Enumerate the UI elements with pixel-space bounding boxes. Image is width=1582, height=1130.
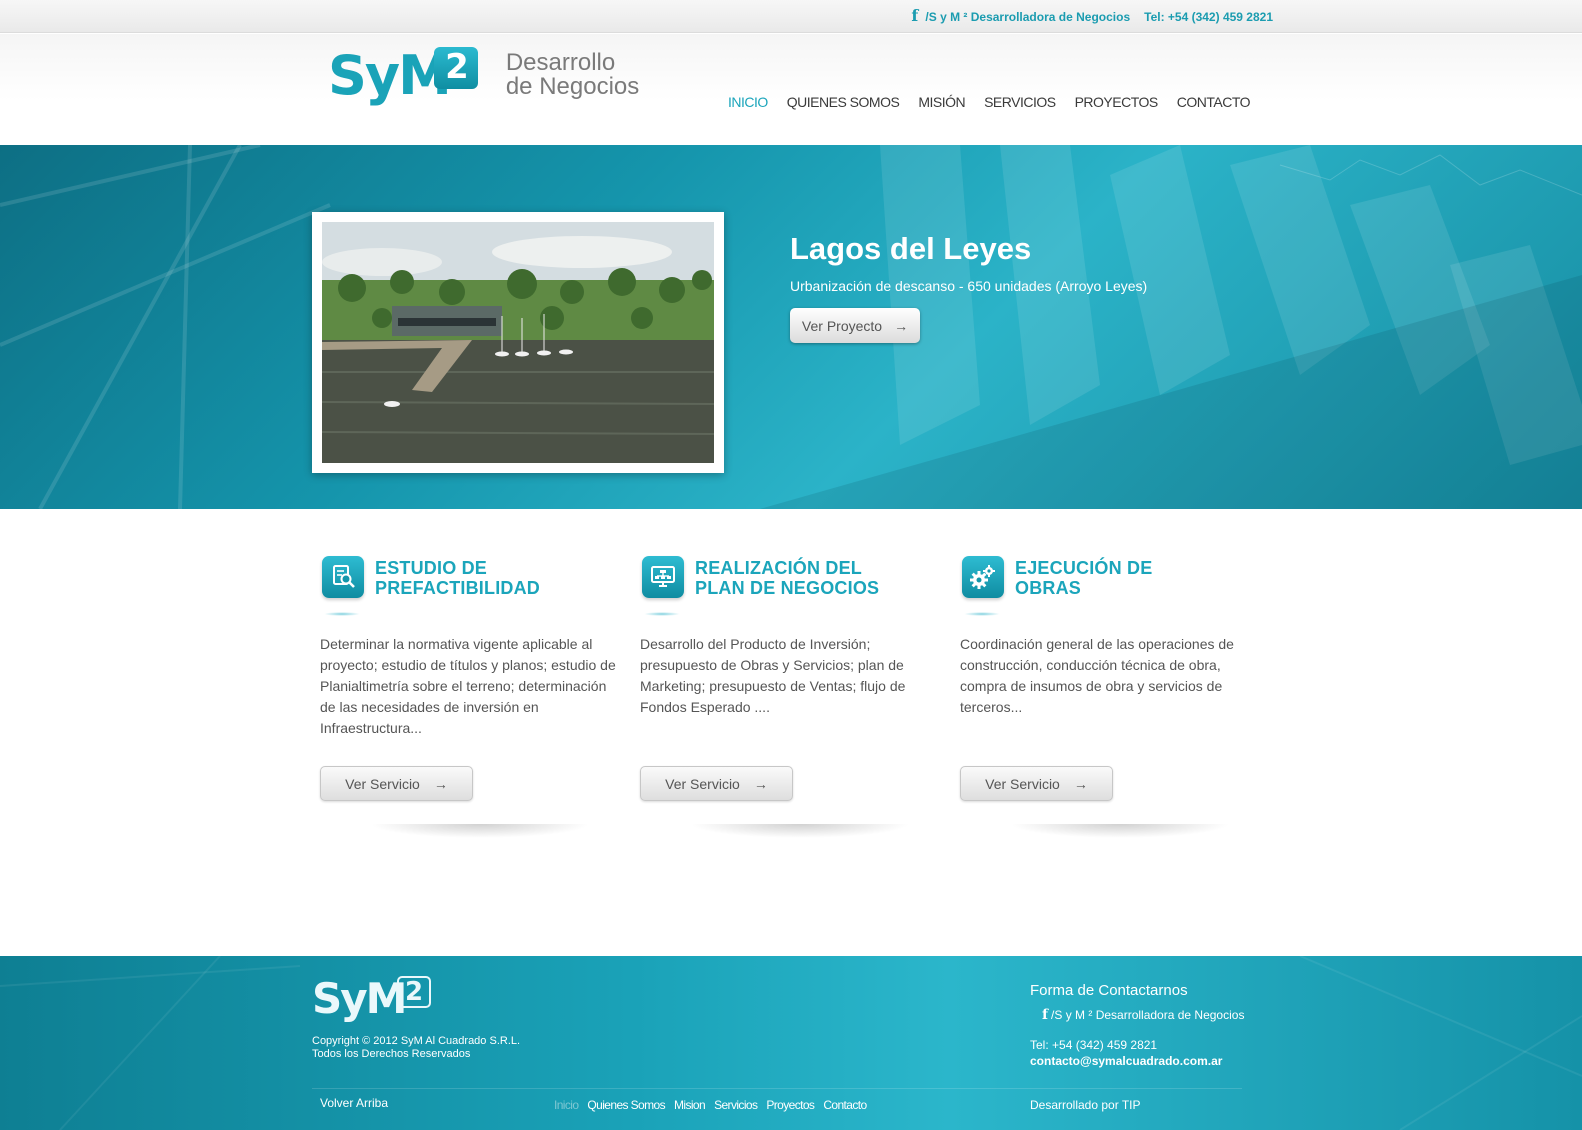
facebook-link[interactable]: f /S y M ² Desarrolladora de Negocios (911, 6, 1131, 25)
view-service-button[interactable]: Ver Servicio → (640, 766, 793, 801)
top-phone: Tel: +54 (342) 459 2821 (1144, 10, 1273, 24)
footer: SyM 2 Copyright © 2012 SyM Al Cuadrado S… (0, 956, 1582, 1130)
nav-contacto[interactable]: CONTACTO (1177, 94, 1251, 110)
arrow-right-icon: → (753, 775, 768, 792)
back-to-top-link[interactable]: Volver Arriba (320, 1096, 388, 1110)
arrow-right-icon: → (433, 775, 448, 792)
card-shadow (370, 824, 590, 838)
project-photo-frame[interactable] (312, 212, 724, 473)
view-service-label: Ver Servicio (665, 775, 740, 792)
service-description: Coordinación general de las operaciones … (960, 636, 1234, 715)
card-shadow (690, 824, 910, 838)
project-photo (322, 222, 714, 463)
footer-logo-squared-badge: 2 (397, 976, 431, 1008)
facebook-icon: f (1042, 1007, 1049, 1023)
nav-servicios[interactable]: SERVICIOS (984, 94, 1056, 110)
footer-contact-title: Forma de Contactarnos (1030, 982, 1188, 999)
service-title: REALIZACIÓN DEL PLAN DE NEGOCIOS (695, 558, 880, 598)
footer-contact: Forma de Contactarnos f/S y M ² Desarrol… (1030, 982, 1250, 1068)
logo-squared-badge: 2 (434, 47, 478, 89)
view-service-label: Ver Servicio (985, 775, 1060, 792)
facebook-link-text: /S y M ² Desarrolladora de Negocios (925, 10, 1131, 24)
project-photo-illustration (322, 222, 714, 463)
footer-phone: Tel: +54 (342) 459 2821 (1030, 1038, 1158, 1052)
icon-shadow (964, 612, 1000, 616)
icon-shadow (324, 612, 360, 616)
monitor-network-icon (642, 556, 684, 598)
service-description: Determinar la normativa vigente aplicabl… (320, 636, 616, 736)
card-shadow (1010, 824, 1230, 838)
footer-nav-servicios[interactable]: Servicios (714, 1098, 758, 1112)
copyright: Copyright © 2012 SyM Al Cuadrado S.R.L. … (312, 1035, 521, 1060)
top-bar-contact: f /S y M ² Desarrolladora de Negocios Te… (911, 6, 1273, 25)
footer-nav-proyectos[interactable]: Proyectos (766, 1098, 815, 1112)
top-bar: f /S y M ² Desarrolladora de Negocios Te… (0, 0, 1582, 33)
icon-shadow (644, 612, 680, 616)
service-description: Desarrollo del Producto de Inversión; pr… (640, 636, 906, 715)
hero-title: Lagos del Leyes (790, 231, 1032, 266)
view-service-button[interactable]: Ver Servicio → (320, 766, 473, 801)
nav-quienes-somos[interactable]: QUIENES SOMOS (787, 94, 900, 110)
gears-icon (962, 556, 1004, 598)
header: SyM 2 Desarrollo de Negocios INICIO QUIE… (0, 34, 1582, 145)
arrow-right-icon: → (894, 317, 909, 334)
footer-email-link[interactable]: contacto@symalcuadrado.com.ar (1030, 1054, 1250, 1068)
logo-sym: SyM 2 (328, 47, 478, 103)
footer-divider (312, 1088, 1242, 1089)
nav-inicio[interactable]: INICIO (728, 94, 768, 110)
magnifier-document-icon (322, 556, 364, 598)
main-nav: INICIO QUIENES SOMOS MISIÓN SERVICIOS PR… (728, 94, 1251, 110)
view-service-button[interactable]: Ver Servicio → (960, 766, 1113, 801)
footer-nav-quienes-somos[interactable]: Quienes Somos (587, 1098, 665, 1112)
arrow-right-icon: → (1073, 775, 1088, 792)
nav-proyectos[interactable]: PROYECTOS (1075, 94, 1159, 110)
facebook-icon: f (911, 6, 919, 25)
footer-nav-inicio[interactable]: Inicio (554, 1098, 579, 1112)
view-project-button[interactable]: Ver Proyecto → (790, 308, 920, 343)
footer-nav-contacto[interactable]: Contacto (823, 1098, 867, 1112)
hero-slider: Lagos del Leyes Urbanización de descanso… (0, 145, 1582, 509)
footer-logo[interactable]: SyM 2 (312, 976, 431, 1020)
view-project-label: Ver Proyecto (801, 317, 883, 334)
view-service-label: Ver Servicio (345, 775, 420, 792)
hero-subtitle: Urbanización de descanso - 650 unidades … (790, 278, 1148, 294)
developer-credit[interactable]: Desarrollado por TIP (1030, 1098, 1141, 1112)
footer-nav: Inicio Quienes Somos Mision Servicios Pr… (554, 1098, 867, 1112)
service-title: ESTUDIO DE PREFACTIBILIDAD (375, 558, 540, 598)
footer-facebook-link[interactable]: f/S y M ² Desarrolladora de Negocios (1030, 1007, 1250, 1024)
nav-mision[interactable]: MISIÓN (918, 94, 965, 110)
service-title: EJECUCIÓN DE OBRAS (1015, 558, 1153, 598)
site-logo[interactable]: SyM 2 Desarrollo de Negocios (328, 47, 640, 103)
logo-tagline: Desarrollo de Negocios (505, 49, 640, 100)
footer-nav-mision[interactable]: Mision (674, 1098, 706, 1112)
